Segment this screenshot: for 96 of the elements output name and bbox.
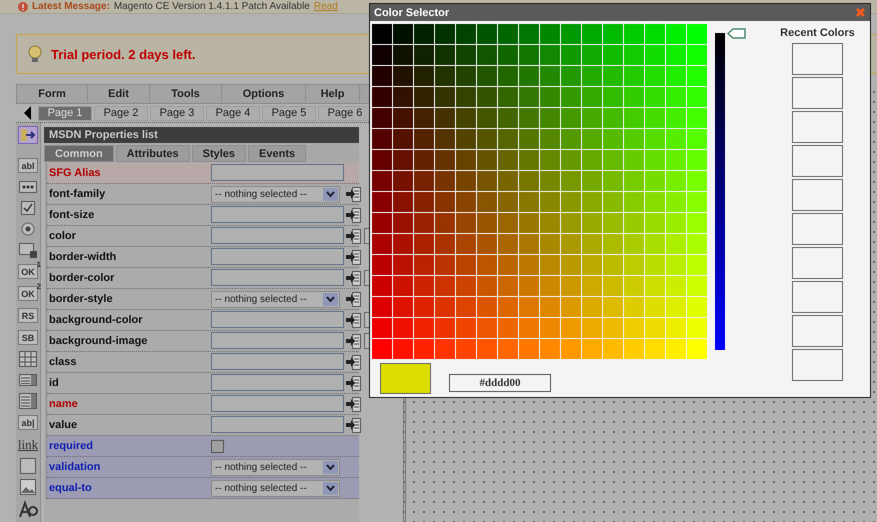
property-input[interactable] [211,374,344,391]
tool-button[interactable]: SB [18,330,38,345]
property-label: border-style [49,293,114,305]
recent-color-slot[interactable] [792,111,843,143]
recent-color-slot[interactable] [792,247,843,279]
checkbox-icon[interactable] [18,199,38,217]
recent-color-slot[interactable] [792,281,843,313]
image-icon[interactable] [18,478,38,496]
property-label: class [49,356,78,368]
recent-color-slot[interactable] [792,145,843,177]
list-box-icon[interactable] [18,371,38,389]
trial-message: Trial period. 2 days left. [51,46,196,62]
panel-title: MSDN Properties list [44,127,359,143]
panel-tab[interactable]: Attributes [116,145,190,162]
recent-color-slot[interactable] [792,349,843,381]
recent-color-slot[interactable] [792,315,843,347]
recent-colors-title: Recent Colors [780,27,855,39]
property-input[interactable] [211,395,344,412]
property-label: equal-to [49,482,93,494]
grid-icon[interactable] [18,350,38,368]
page-tab[interactable]: Page 5 [262,106,316,120]
insert-value-icon[interactable] [346,270,361,286]
insert-value-icon[interactable] [346,312,361,328]
list-box-icon[interactable] [18,392,38,410]
color-grid-drawing[interactable] [372,24,708,360]
window-title: Color Selector [374,6,450,18]
dropdown-arrow-icon [323,188,338,200]
tool-button[interactable]: ab| [18,415,38,430]
property-input[interactable] [211,206,344,223]
font-icon[interactable] [18,499,38,517]
recent-color-slot[interactable] [792,179,843,211]
color-preview [380,363,431,394]
insert-value-icon[interactable] [346,228,361,244]
insert-form-icon[interactable] [18,126,38,144]
panel-tab[interactable]: Events [248,145,306,162]
recent-color-slot[interactable] [792,77,843,109]
property-input[interactable] [211,227,344,244]
property-dropdown[interactable]: -- nothing selected -- [211,186,340,202]
insert-value-icon[interactable] [346,396,361,412]
property-dropdown[interactable]: -- nothing selected -- [211,290,340,308]
insert-value-icon[interactable] [346,332,361,350]
recent-color-slot[interactable] [792,213,843,245]
message-label: Latest Message: [32,0,110,13]
square-icon[interactable] [18,457,38,475]
slider-thumb[interactable] [727,28,746,39]
page-tab[interactable]: Page 3 [150,106,204,120]
property-label: value [49,419,78,431]
insert-value-icon[interactable] [346,290,361,308]
recent-color-slot[interactable] [792,43,843,75]
required-checkbox[interactable] [211,440,224,452]
property-input[interactable] [211,164,344,181]
password-field-icon[interactable] [18,178,38,196]
insert-value-icon[interactable] [346,248,361,266]
property-label: validation [49,461,102,473]
file-upload-icon[interactable] [18,241,38,259]
property-input[interactable] [211,332,344,349]
dropdown-arrow-icon [323,482,338,494]
property-dropdown[interactable]: -- nothing selected -- [211,458,340,476]
link-tool-button[interactable]: link [18,435,38,454]
dropdown-arrow-icon [323,460,338,474]
property-label: background-color [49,314,144,326]
insert-value-icon[interactable] [346,186,361,202]
insert-value-icon[interactable] [346,416,361,434]
property-label: border-width [49,251,118,263]
property-input[interactable] [211,269,344,286]
property-input[interactable] [211,353,344,370]
page-tab[interactable]: Page 2 [94,106,148,120]
property-label: border-color [49,272,116,284]
property-label: background-image [49,335,148,347]
property-input[interactable] [211,311,344,328]
insert-value-icon[interactable] [346,206,361,224]
insert-value-icon[interactable] [346,354,361,370]
page-tab[interactable]: Page 4 [206,106,260,120]
property-label: color [49,230,77,242]
dropdown-arrow-icon [323,292,338,306]
light-bulb-icon [27,45,43,63]
tool-button[interactable]: RS [18,308,38,323]
property-label: font-size [49,209,96,221]
hex-field[interactable]: #dddd00 [449,374,551,392]
page-tab[interactable]: Page 1 [38,106,92,120]
tool-button[interactable]: abl [18,158,38,173]
page-tab[interactable]: Page 6 [318,106,372,120]
property-label: SFG Alias [49,167,102,179]
property-label: required [49,440,94,452]
alert-icon [18,2,28,12]
property-input[interactable] [211,248,344,265]
panel-tab[interactable]: Styles [192,145,246,162]
property-label: name [49,398,79,410]
property-label: font-family [49,188,106,200]
property-dropdown[interactable]: -- nothing selected -- [211,480,340,496]
property-input[interactable] [211,416,344,433]
panel-tab[interactable]: Common [44,145,114,162]
insert-value-icon[interactable] [346,374,361,392]
message-text: Magento CE Version 1.4.1.1 Patch Available [114,0,310,13]
property-label: id [49,377,60,389]
scroll-left-icon[interactable] [24,106,32,120]
